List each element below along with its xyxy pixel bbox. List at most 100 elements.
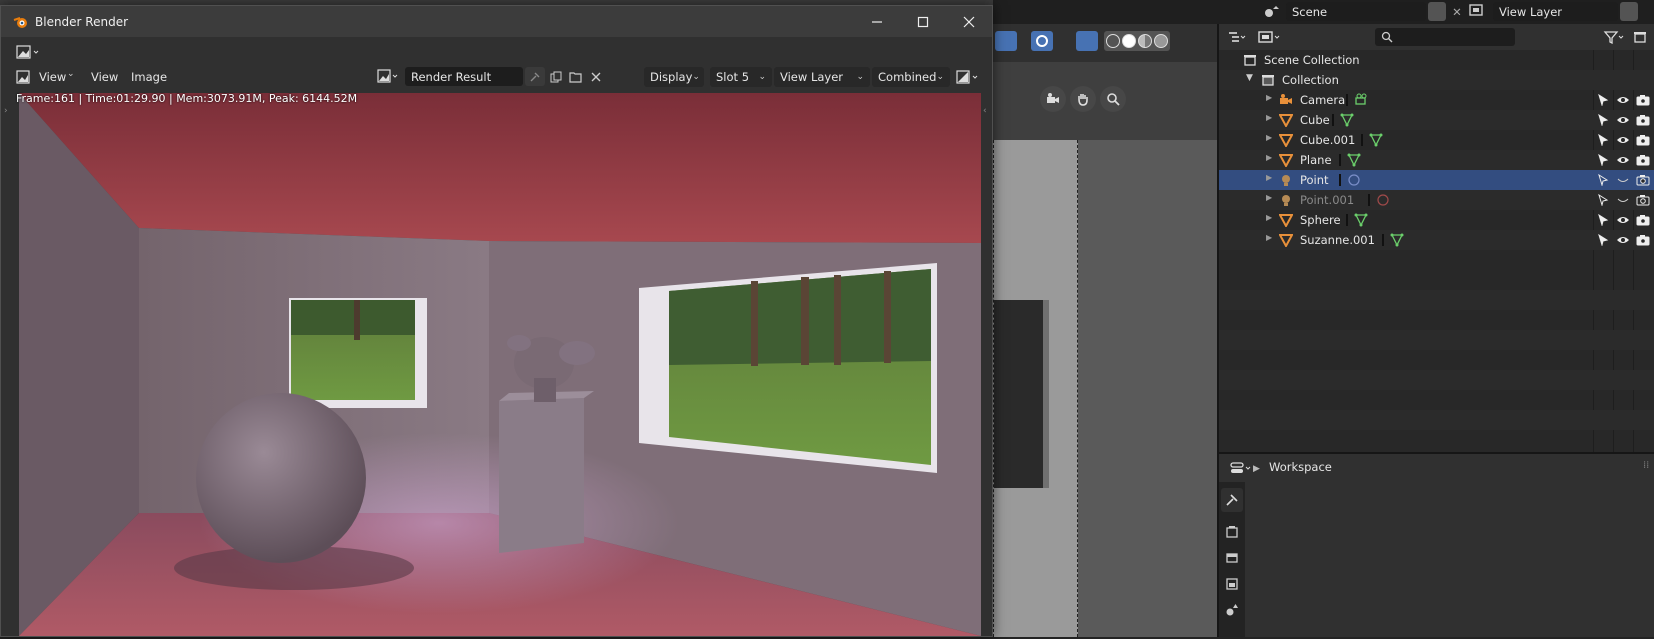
outliner-item[interactable]: ▶ Camera — [1219, 90, 1654, 110]
new-collection-icon[interactable] — [1633, 28, 1651, 46]
render-tab-icon[interactable] — [1221, 520, 1243, 544]
pin-image-icon[interactable] — [525, 67, 545, 86]
selectable-toggle-icon[interactable] — [1595, 232, 1611, 248]
render-camera-icon[interactable] — [1635, 232, 1651, 248]
visibility-eye-icon[interactable] — [1615, 232, 1631, 248]
expand-arrow-icon[interactable]: ▶ — [1266, 213, 1272, 222]
new-scene-button[interactable] — [1428, 2, 1446, 21]
outliner-item[interactable]: ▶ Cube.001 — [1219, 130, 1654, 150]
delete-view-layer-icon[interactable] — [1640, 2, 1654, 21]
workspace-panel-label[interactable]: Workspace — [1269, 460, 1332, 474]
display-channels-icon[interactable] — [956, 67, 986, 86]
shading-modes[interactable] — [1104, 31, 1170, 51]
solid-shading-icon[interactable] — [1122, 34, 1136, 48]
view-menu[interactable]: View — [91, 70, 118, 84]
expand-arrow-icon[interactable]: ▶ — [1266, 193, 1272, 202]
display-mode-icon[interactable] — [1257, 28, 1287, 46]
object-data-icon[interactable] — [1340, 113, 1354, 130]
sidebar-toggle-icon[interactable]: ‹ — [983, 106, 987, 116]
outliner-item[interactable]: ▶ Cube — [1219, 110, 1654, 130]
render-result-image[interactable] — [19, 93, 981, 636]
minimize-button[interactable] — [854, 6, 900, 37]
outliner-item[interactable]: ▶ Suzanne.001 — [1219, 230, 1654, 250]
render-camera-icon[interactable] — [1635, 112, 1651, 128]
output-tab-icon[interactable] — [1221, 546, 1243, 570]
toolbar-toggle-icon[interactable]: › — [4, 106, 8, 116]
outliner-item[interactable]: ▶ Plane — [1219, 150, 1654, 170]
new-view-layer-button[interactable] — [1620, 2, 1638, 21]
scene-selector-icon[interactable] — [1264, 3, 1284, 21]
zoom-icon[interactable] — [1100, 86, 1126, 112]
rendered-shading-icon[interactable] — [1154, 34, 1168, 48]
image-name-field[interactable]: Render Result — [405, 67, 523, 86]
transform-orientation-button[interactable] — [995, 31, 1017, 51]
panel-drag-handle[interactable]: ⁞⁞ — [1643, 460, 1649, 471]
object-data-icon[interactable] — [1347, 153, 1361, 170]
outliner-item[interactable]: ▶ Sphere — [1219, 210, 1654, 230]
object-data-icon[interactable] — [1390, 233, 1404, 250]
editor-type-icon[interactable] — [1227, 28, 1253, 46]
expand-arrow-icon[interactable]: ▼ — [1246, 73, 1253, 83]
selectable-toggle-icon[interactable] — [1595, 112, 1611, 128]
expand-arrow-icon[interactable]: ▶ — [1266, 233, 1272, 242]
material-shading-icon[interactable] — [1138, 34, 1152, 48]
expand-arrow-icon[interactable]: ▶ — [1266, 113, 1272, 122]
render-pass-dropdown[interactable]: Combined ⌄ — [872, 67, 950, 87]
outliner-item[interactable]: ▶ Point — [1219, 170, 1654, 190]
workspace-expand-icon[interactable]: ▶ — [1253, 464, 1260, 474]
duplicate-image-icon[interactable] — [547, 67, 565, 86]
scene-name-field[interactable]: Scene — [1286, 2, 1426, 21]
display-dropdown[interactable]: Display ⌄ — [644, 67, 704, 87]
overlays-button[interactable] — [1031, 31, 1053, 51]
collection-row[interactable]: ▼ Collection — [1219, 70, 1654, 90]
tool-tab-icon[interactable] — [1221, 488, 1243, 512]
open-image-icon[interactable] — [567, 67, 585, 86]
view-layer-tab-icon[interactable] — [1221, 572, 1243, 596]
outliner-search-input[interactable] — [1375, 28, 1515, 46]
visibility-eye-icon[interactable] — [1615, 132, 1631, 148]
pan-hand-icon[interactable] — [1070, 86, 1096, 112]
view-layer-dropdown[interactable]: View Layer ⌄ — [774, 67, 870, 87]
camera-view-icon[interactable] — [1040, 86, 1066, 112]
selectable-toggle-icon[interactable] — [1595, 192, 1611, 208]
selectable-toggle-icon[interactable] — [1595, 152, 1611, 168]
delete-scene-icon[interactable]: ✕ — [1448, 2, 1466, 21]
render-camera-icon[interactable] — [1635, 152, 1651, 168]
render-camera-icon[interactable] — [1635, 192, 1651, 208]
selectable-toggle-icon[interactable] — [1595, 92, 1611, 108]
visibility-eye-icon[interactable] — [1615, 172, 1631, 188]
selectable-toggle-icon[interactable] — [1595, 212, 1611, 228]
render-camera-icon[interactable] — [1635, 132, 1651, 148]
scene-tab-icon[interactable] — [1221, 598, 1243, 622]
object-data-icon[interactable] — [1347, 173, 1361, 190]
object-data-icon[interactable] — [1376, 193, 1390, 210]
image-menu[interactable]: Image — [131, 70, 167, 84]
view-layer-icon[interactable] — [1469, 3, 1491, 21]
visibility-eye-icon[interactable] — [1615, 212, 1631, 228]
expand-arrow-icon[interactable]: ▶ — [1266, 93, 1272, 102]
close-button[interactable] — [946, 6, 992, 37]
object-data-icon[interactable] — [1354, 213, 1368, 230]
expand-arrow-icon[interactable]: ▶ — [1266, 153, 1272, 162]
slot-dropdown[interactable]: Slot 5 ⌄ — [710, 67, 772, 87]
visibility-eye-icon[interactable] — [1615, 92, 1631, 108]
selectable-toggle-icon[interactable] — [1595, 132, 1611, 148]
wireframe-shading-icon[interactable] — [1106, 34, 1120, 48]
view-mode-icon[interactable] — [16, 70, 30, 84]
object-data-icon[interactable] — [1369, 133, 1383, 150]
expand-arrow-icon[interactable]: ▶ — [1266, 173, 1272, 182]
xray-button[interactable] — [1076, 31, 1098, 51]
scene-collection-row[interactable]: Scene Collection — [1219, 50, 1654, 70]
visibility-eye-icon[interactable] — [1615, 192, 1631, 208]
view-mode-dropdown[interactable]: View — [39, 70, 66, 84]
image-editor-type-icon[interactable] — [15, 42, 45, 62]
maximize-button[interactable] — [900, 6, 946, 37]
browse-image-icon[interactable] — [376, 66, 404, 86]
render-camera-icon[interactable] — [1635, 212, 1651, 228]
selectable-toggle-icon[interactable] — [1595, 172, 1611, 188]
expand-arrow-icon[interactable]: ▶ — [1266, 133, 1272, 142]
visibility-eye-icon[interactable] — [1615, 152, 1631, 168]
render-window-titlebar[interactable]: Blender Render — [1, 6, 992, 37]
filter-icon[interactable] — [1603, 28, 1629, 46]
object-data-icon[interactable] — [1354, 93, 1370, 110]
